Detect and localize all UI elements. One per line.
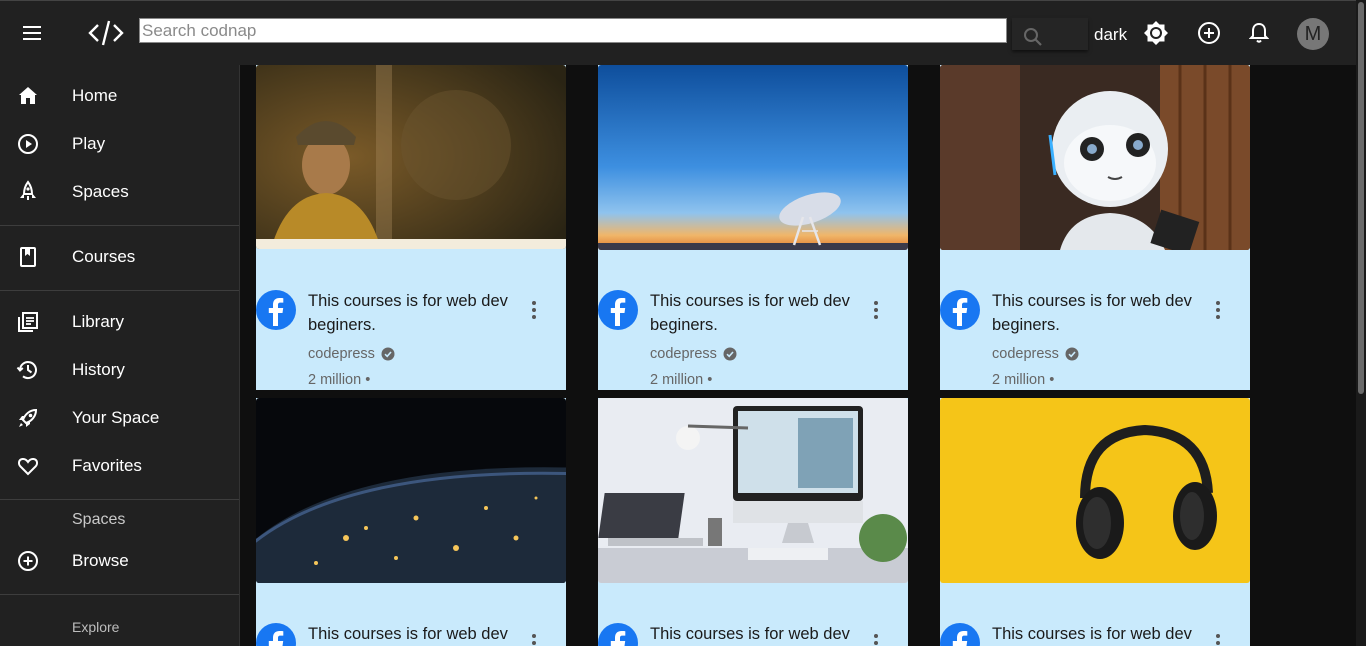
verified-check-icon — [381, 347, 395, 361]
top-bar: dark M — [0, 0, 1366, 65]
home-icon — [19, 87, 37, 104]
facebook-icon[interactable] — [256, 623, 296, 646]
search-input[interactable] — [140, 19, 1006, 42]
more-options-icon[interactable] — [1210, 298, 1226, 322]
add-circle-icon — [18, 551, 38, 571]
course-thumbnail[interactable] — [940, 398, 1250, 583]
notification-bell-icon[interactable] — [1245, 19, 1273, 47]
divider — [0, 594, 239, 595]
sidebar-item-label: Spaces — [72, 182, 129, 201]
course-card[interactable]: This courses is for web dev beginers. co… — [940, 65, 1250, 390]
sidebar-item-your-space[interactable]: Your Space — [0, 398, 239, 438]
channel-name[interactable]: codepress — [992, 346, 1079, 362]
sidebar-item-courses[interactable]: Courses — [0, 237, 239, 277]
channel-name[interactable]: codepress — [650, 346, 737, 362]
section-title-spaces: Spaces — [72, 511, 126, 528]
course-thumbnail[interactable] — [940, 65, 1250, 250]
search-box — [139, 18, 1007, 43]
course-thumbnail[interactable] — [598, 398, 908, 583]
divider — [0, 499, 239, 500]
more-options-icon[interactable] — [526, 631, 542, 646]
search-button[interactable] — [1012, 18, 1088, 50]
play-circle-icon — [18, 134, 38, 154]
course-thumbnail[interactable] — [598, 65, 908, 250]
more-options-icon[interactable] — [868, 631, 884, 646]
sidebar-item-label: Home — [72, 86, 118, 105]
course-title[interactable]: This courses is for web dev beginers. — [650, 289, 860, 337]
sidebar-item-label: Courses — [72, 247, 136, 266]
verified-check-icon — [1065, 347, 1079, 361]
course-card[interactable]: This courses is for web dev beginers. co… — [256, 65, 566, 390]
brightness-icon[interactable] — [1142, 19, 1170, 47]
facebook-icon[interactable] — [940, 623, 980, 646]
course-title[interactable]: This courses is for web dev beginers. — [992, 289, 1202, 337]
course-thumbnail[interactable] — [256, 398, 566, 583]
sidebar-item-label: Favorites — [72, 456, 142, 475]
view-count: 2 million • — [308, 372, 371, 388]
course-title[interactable]: This courses is for web dev — [308, 622, 518, 646]
facebook-icon[interactable] — [256, 290, 296, 330]
course-card[interactable]: This courses is for web dev beginers. co… — [598, 65, 908, 390]
facebook-icon[interactable] — [598, 290, 638, 330]
page-scrollbar[interactable] — [1356, 0, 1366, 646]
scrollbar-thumb[interactable] — [1358, 2, 1364, 394]
code-logo-icon[interactable] — [86, 15, 126, 51]
heart-icon — [17, 457, 39, 476]
divider — [0, 290, 239, 291]
sidebar-item-label: History — [72, 360, 125, 379]
divider — [0, 225, 239, 226]
hamburger-menu-icon[interactable] — [14, 17, 50, 49]
sidebar-item-favorites[interactable]: Favorites — [0, 446, 239, 486]
sidebar-item-label: Browse — [72, 551, 129, 570]
sidebar-item-library[interactable]: Library — [0, 302, 239, 342]
rocket-icon — [20, 180, 36, 200]
facebook-icon[interactable] — [598, 623, 638, 646]
sidebar: Home Play Spaces Courses Library History… — [0, 65, 240, 646]
course-title[interactable]: This courses is for web dev — [992, 622, 1202, 646]
add-circle-icon[interactable] — [1195, 19, 1223, 47]
course-title[interactable]: This courses is for web dev beginers. — [308, 289, 518, 337]
course-card[interactable]: This courses is for web dev — [598, 398, 908, 646]
more-options-icon[interactable] — [1210, 631, 1226, 646]
channel-label: codepress — [650, 346, 717, 362]
sidebar-item-history[interactable]: History — [0, 350, 239, 390]
sidebar-item-label: Library — [72, 312, 124, 331]
theme-toggle-label[interactable]: dark — [1094, 25, 1127, 45]
sidebar-item-label: Play — [72, 134, 106, 153]
search-icon — [1024, 28, 1042, 46]
sidebar-item-spaces[interactable]: Spaces — [0, 172, 239, 212]
view-count: 2 million • — [650, 372, 713, 388]
course-title[interactable]: This courses is for web dev — [650, 622, 860, 646]
sidebar-item-browse[interactable]: Browse — [0, 541, 239, 581]
user-avatar[interactable]: M — [1297, 18, 1329, 50]
channel-name[interactable]: codepress — [308, 346, 395, 362]
course-card[interactable]: This courses is for web dev — [940, 398, 1250, 646]
more-options-icon[interactable] — [526, 298, 542, 322]
verified-check-icon — [723, 347, 737, 361]
facebook-icon[interactable] — [940, 290, 980, 330]
book-icon — [20, 247, 36, 267]
sidebar-item-home[interactable]: Home — [0, 76, 239, 116]
course-thumbnail[interactable] — [256, 65, 566, 249]
section-title-explore: Explore — [72, 619, 120, 635]
course-card[interactable]: This courses is for web dev — [256, 398, 566, 646]
view-count: 2 million • — [992, 372, 1055, 388]
sidebar-item-label: Your Space — [72, 408, 160, 427]
sidebar-item-play[interactable]: Play — [0, 124, 239, 164]
history-icon — [16, 361, 37, 380]
library-icon — [18, 312, 38, 332]
channel-label: codepress — [992, 346, 1059, 362]
channel-label: codepress — [308, 346, 375, 362]
rocket-launch-icon — [19, 408, 38, 427]
more-options-icon[interactable] — [868, 298, 884, 322]
